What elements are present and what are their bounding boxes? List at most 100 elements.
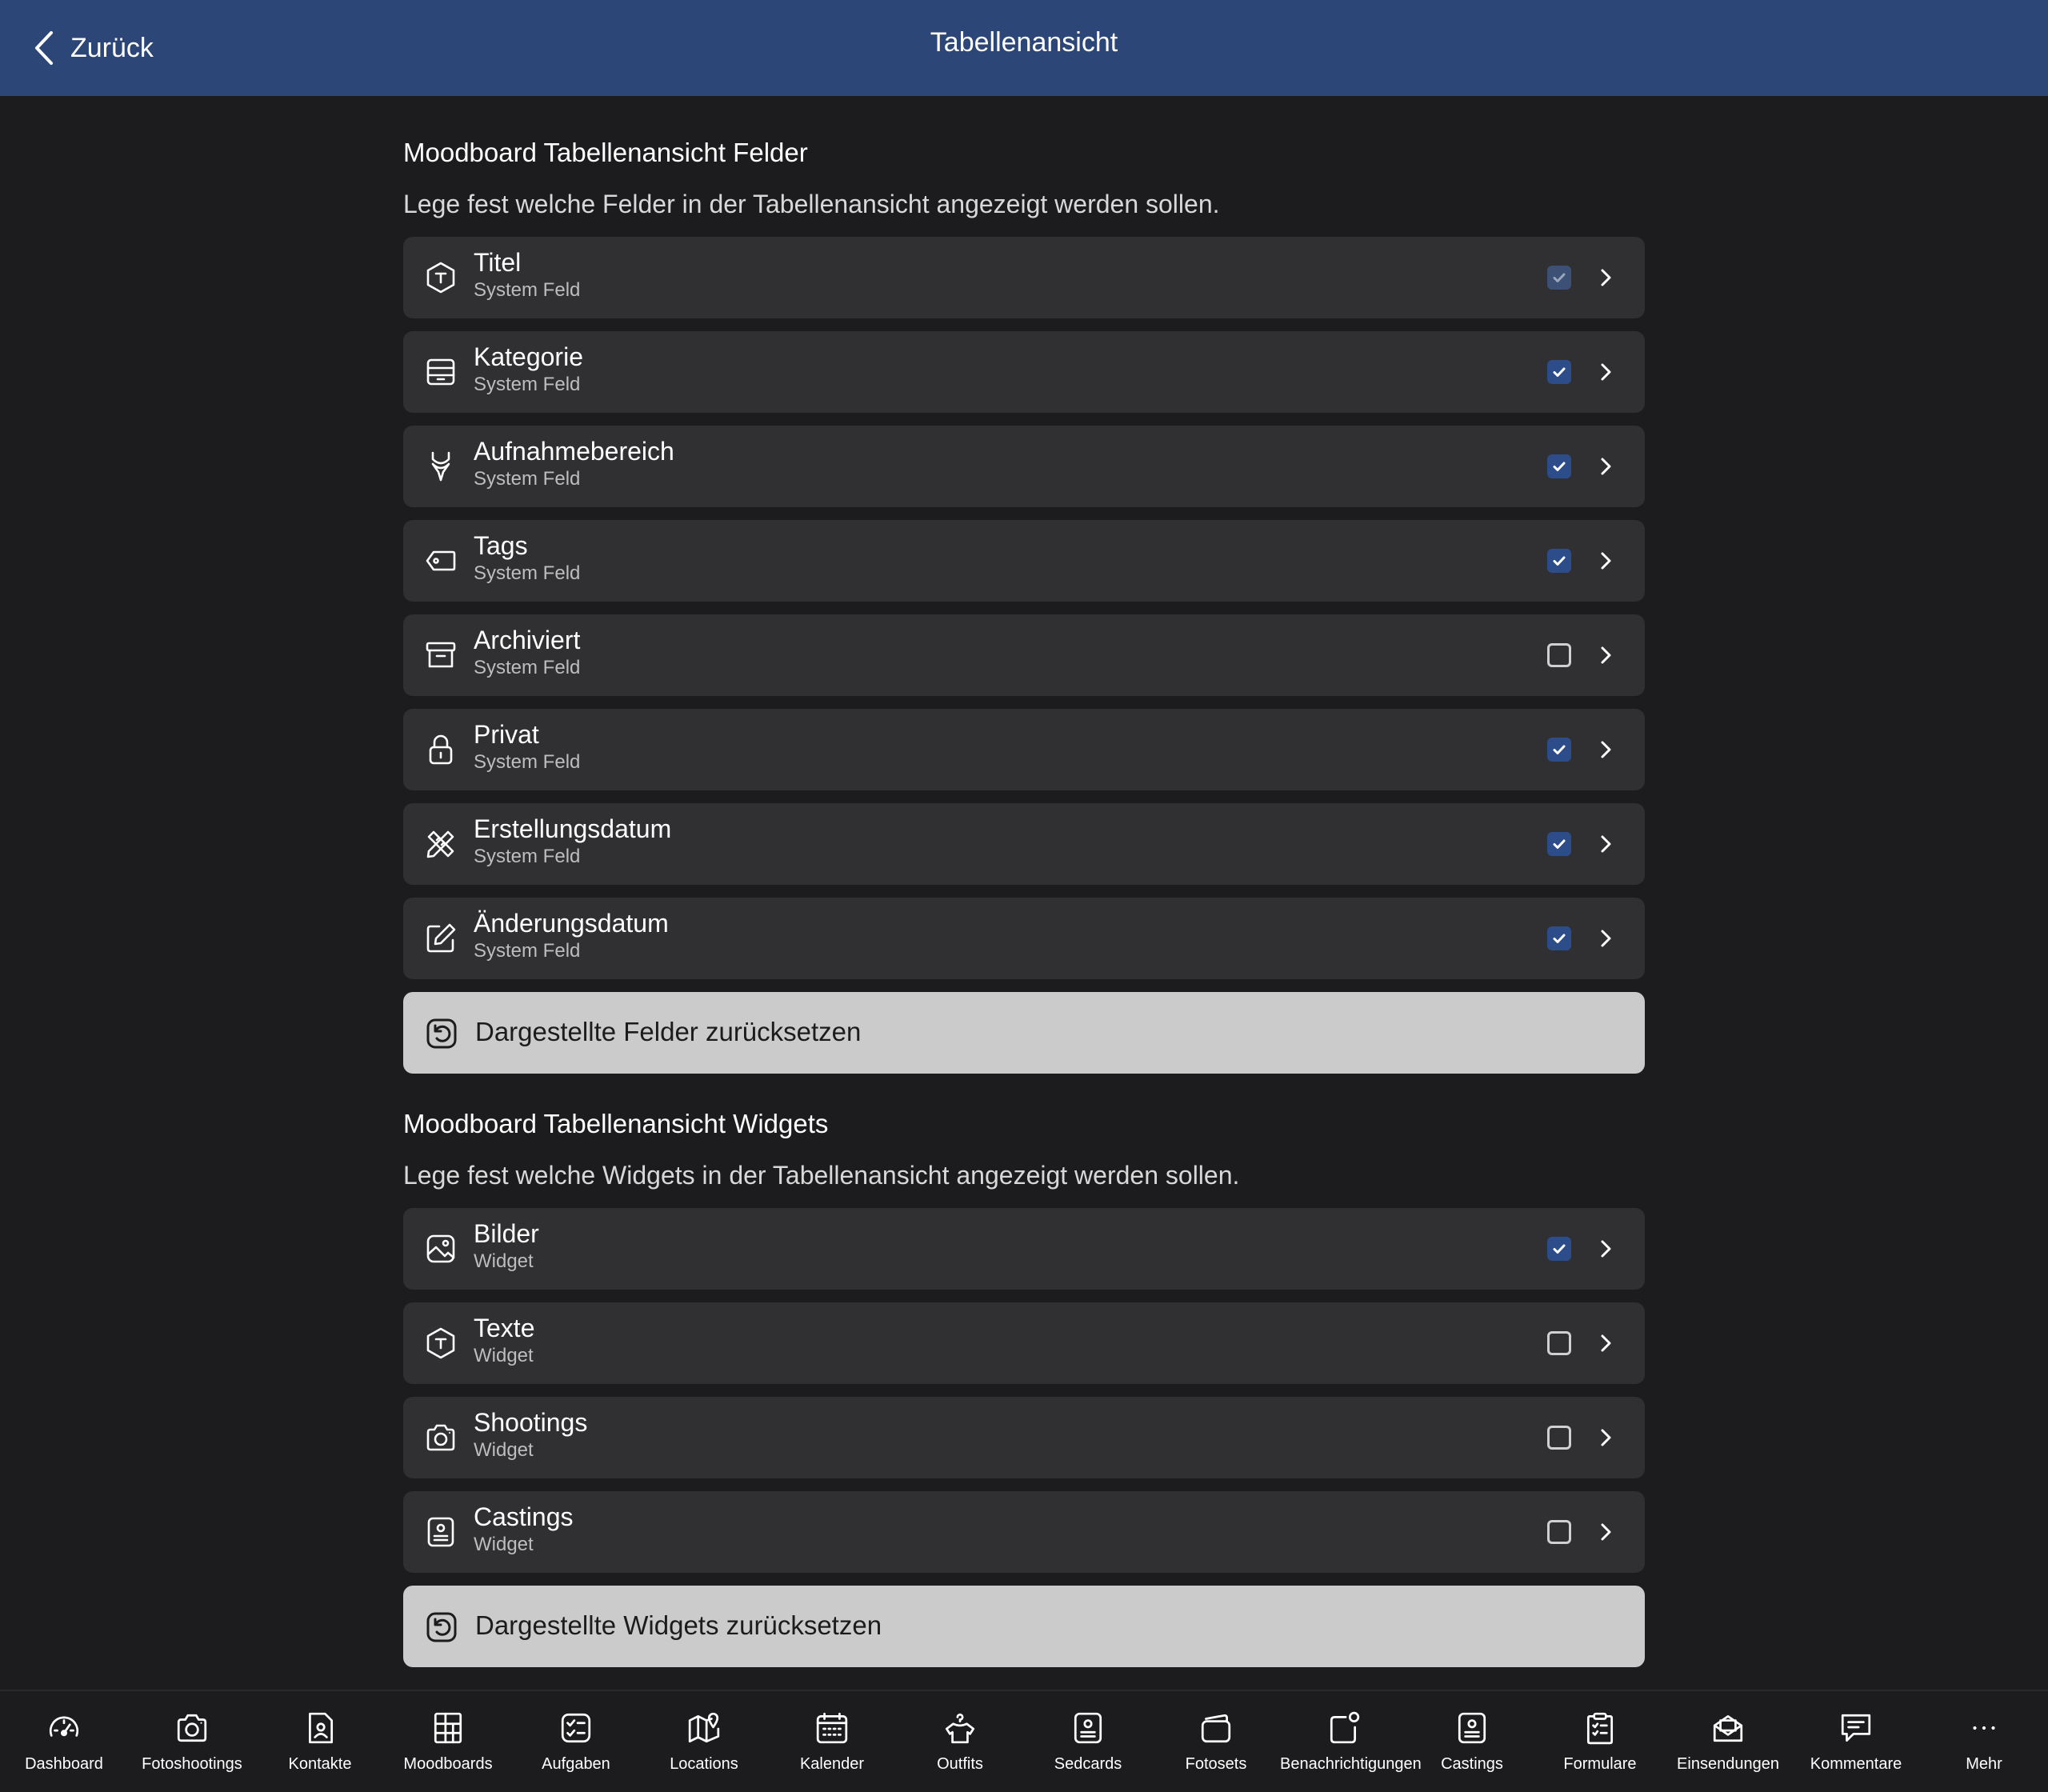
setting-row[interactable]: Privat System Feld	[403, 709, 1645, 790]
row-sublabel: Widget	[474, 1534, 534, 1555]
row-text: Privat System Feld	[474, 718, 580, 774]
setting-row[interactable]: Shootings Widget	[403, 1397, 1645, 1478]
tab-castings[interactable]: Castings	[1408, 1691, 1536, 1792]
row-sublabel: System Feld	[474, 846, 581, 867]
widgets-section-description: Lege fest welche Widgets in der Tabellen…	[403, 1161, 1240, 1190]
image-icon	[424, 1232, 458, 1266]
tab-kalender[interactable]: Kalender	[768, 1691, 896, 1792]
tab-label: Einsendungen	[1677, 1755, 1779, 1773]
checklist-icon	[561, 1713, 591, 1743]
checkbox-unchecked[interactable]	[1547, 643, 1571, 667]
row-sublabel: Widget	[474, 1439, 534, 1461]
checkbox-unchecked[interactable]	[1547, 1331, 1571, 1355]
row-label: Titel	[474, 248, 522, 277]
tab-label: Moodboards	[403, 1755, 493, 1773]
mail-open-icon	[1713, 1714, 1743, 1742]
chevron-right-icon	[1601, 646, 1611, 664]
row-text: Erstellungsdatum System Feld	[474, 813, 671, 869]
text-badge-icon	[424, 261, 458, 294]
tab-fotosets[interactable]: Fotosets	[1152, 1691, 1280, 1792]
row-label: Änderungsdatum	[474, 909, 669, 938]
tag-icon	[424, 544, 458, 578]
inbox-tray-icon	[424, 355, 458, 389]
row-text: Titel System Feld	[474, 246, 580, 302]
checkbox-checked[interactable]	[1547, 549, 1571, 573]
tab-mehr[interactable]: Mehr	[1920, 1691, 2048, 1792]
tab-aufgaben[interactable]: Aufgaben	[512, 1691, 640, 1792]
reset-fields-button[interactable]: Dargestellte Felder zurücksetzen	[403, 992, 1645, 1074]
edit-square-icon	[424, 922, 458, 955]
checkbox-checked[interactable]	[1547, 832, 1571, 856]
checkbox-checked[interactable]	[1547, 738, 1571, 762]
tab-label: Sedcards	[1054, 1755, 1122, 1773]
tab-locations[interactable]: Locations	[640, 1691, 768, 1792]
tab-label: Kalender	[799, 1755, 865, 1773]
row-label: Aufnahmebereich	[474, 437, 674, 466]
tab-dashboard[interactable]: Dashboard	[0, 1691, 128, 1792]
row-text: Bilder Widget	[474, 1218, 539, 1274]
reset-icon	[426, 1018, 457, 1049]
chevron-right-icon	[1601, 1334, 1611, 1352]
setting-row[interactable]: Castings Widget	[403, 1491, 1645, 1573]
tab-benachrichtigungen[interactable]: Benachrichtigungen	[1280, 1691, 1422, 1792]
checkbox-checked[interactable]	[1547, 454, 1571, 478]
checkbox-checked[interactable]	[1547, 926, 1571, 950]
tab-outfits[interactable]: Outfits	[896, 1691, 1024, 1792]
id-card-icon	[1458, 1712, 1486, 1744]
checkbox-unchecked[interactable]	[1547, 1520, 1571, 1544]
widgets-section-title: Moodboard Tabellenansicht Widgets	[403, 1109, 829, 1138]
row-text: Tags System Feld	[474, 530, 580, 586]
setting-row[interactable]: Erstellungsdatum System Feld	[403, 803, 1645, 885]
tab-moodboards[interactable]: Moodboards	[384, 1691, 512, 1792]
reset-fields-label: Dargestellte Felder zurücksetzen	[475, 1017, 862, 1046]
tab-kommentare[interactable]: Kommentare	[1792, 1691, 1920, 1792]
row-sublabel: System Feld	[474, 562, 581, 584]
checkbox-checked[interactable]	[1547, 1237, 1571, 1261]
tab-label: Castings	[1441, 1755, 1503, 1773]
chevron-right-icon	[1601, 835, 1611, 853]
checkbox-unchecked[interactable]	[1547, 1426, 1571, 1450]
camera-icon	[424, 1421, 458, 1454]
row-label: Kategorie	[474, 342, 583, 371]
tab-kontakte[interactable]: Kontakte	[256, 1691, 384, 1792]
row-sublabel: System Feld	[474, 940, 581, 962]
setting-row[interactable]: Tags System Feld	[403, 520, 1645, 602]
chevron-right-icon	[1601, 741, 1611, 758]
checkbox-checked[interactable]	[1547, 360, 1571, 384]
setting-row[interactable]: Aufnahmebereich System Feld	[403, 426, 1645, 507]
id-card-icon	[1074, 1712, 1102, 1744]
comment-icon	[1841, 1714, 1871, 1742]
row-text: Kategorie System Feld	[474, 341, 583, 397]
setting-row[interactable]: Archiviert System Feld	[403, 614, 1645, 696]
tab-formulare[interactable]: Formulare	[1536, 1691, 1664, 1792]
tab-label: Fotosets	[1185, 1755, 1247, 1773]
setting-row[interactable]: Titel System Feld	[403, 237, 1645, 318]
chevron-right-icon	[1601, 1523, 1611, 1541]
row-label: Erstellungsdatum	[474, 814, 672, 843]
tab-label: Outfits	[937, 1755, 983, 1773]
reset-widgets-button[interactable]: Dargestellte Widgets zurücksetzen	[403, 1586, 1645, 1667]
checkbox-checked[interactable]	[1547, 266, 1571, 290]
reset-widgets-label: Dargestellte Widgets zurücksetzen	[475, 1610, 882, 1640]
row-label: Shootings	[474, 1408, 588, 1437]
tab-label: Mehr	[1966, 1755, 2002, 1773]
tab-fotoshootings[interactable]: Fotoshootings	[128, 1691, 256, 1792]
text-badge-icon	[424, 1326, 458, 1360]
id-card-icon	[424, 1515, 458, 1549]
tab-einsendungen[interactable]: Einsendungen	[1664, 1691, 1792, 1792]
body-figure-icon	[424, 450, 458, 483]
row-sublabel: System Feld	[474, 468, 581, 490]
row-text: Archiviert System Feld	[474, 624, 580, 680]
tab-sedcards[interactable]: Sedcards	[1024, 1691, 1152, 1792]
clipboard-icon	[1586, 1712, 1614, 1745]
setting-row[interactable]: Texte Widget	[403, 1302, 1645, 1384]
setting-row[interactable]: Kategorie System Feld	[403, 331, 1645, 413]
row-label: Privat	[474, 720, 539, 749]
row-label: Castings	[474, 1502, 574, 1531]
chevron-right-icon	[1601, 1429, 1611, 1446]
fields-section-description: Lege fest welche Felder in der Tabellena…	[403, 190, 1220, 218]
setting-row[interactable]: Bilder Widget	[403, 1208, 1645, 1290]
setting-row[interactable]: Änderungsdatum System Feld	[403, 898, 1645, 979]
chevron-right-icon	[1601, 552, 1611, 570]
page-title: Tabellenansicht	[930, 27, 1118, 58]
